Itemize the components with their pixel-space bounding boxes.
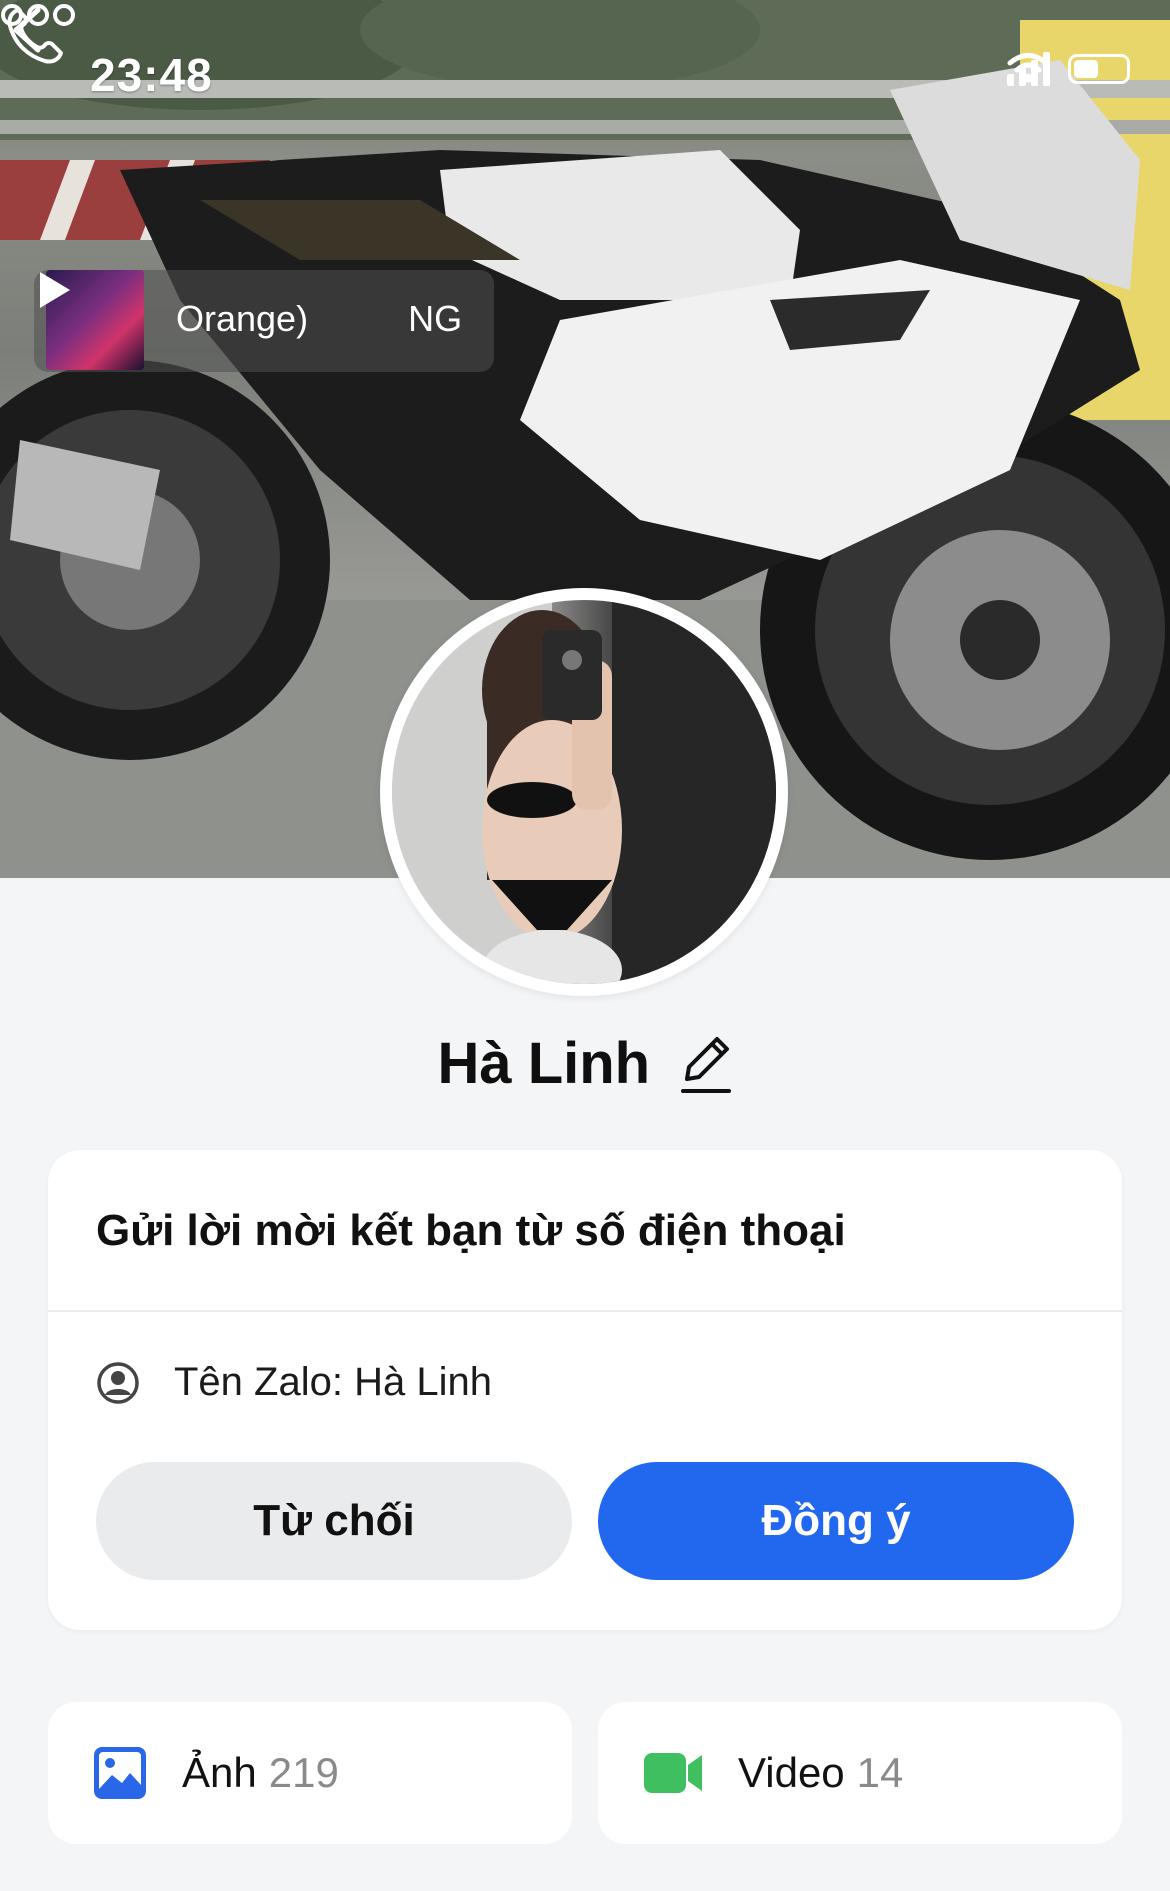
zalo-name-row: Tên Zalo: Hà Linh: [96, 1360, 492, 1405]
avatar-illustration: [392, 600, 776, 984]
music-title-part2: NG: [408, 298, 463, 339]
music-title: Orange) NG: [176, 298, 462, 340]
music-title-part1: Orange): [176, 298, 309, 339]
photos-count: 219: [268, 1749, 339, 1796]
profile-name-row: Hà Linh: [0, 1030, 1170, 1097]
videos-count: 14: [856, 1749, 904, 1796]
avatar[interactable]: [380, 588, 788, 996]
more-icon[interactable]: [0, 0, 76, 30]
accept-button[interactable]: Đồng ý: [598, 1462, 1074, 1580]
zalo-name-label: Tên Zalo: Hà Linh: [174, 1360, 492, 1404]
photos-tile[interactable]: Ảnh 219: [48, 1702, 572, 1844]
decline-button[interactable]: Từ chối: [96, 1462, 572, 1580]
friend-request-title: Gửi lời mời kết bạn từ số điện thoại: [96, 1206, 846, 1255]
card-divider: [48, 1310, 1122, 1312]
wifi-icon: [1007, 53, 1049, 83]
status-time: 23:48: [90, 49, 213, 101]
avatar-image: [392, 600, 776, 984]
user-circle-icon: [97, 1361, 139, 1404]
photos-label: Ảnh: [182, 1749, 257, 1796]
videos-tile[interactable]: Video 14: [598, 1702, 1122, 1844]
status-icons: [1007, 52, 1130, 86]
image-icon: [94, 1747, 146, 1799]
edit-icon[interactable]: [679, 1033, 733, 1095]
video-icon: [644, 1753, 702, 1793]
music-player[interactable]: Orange) NG: [34, 270, 494, 372]
videos-label: Video: [738, 1749, 845, 1796]
battery-icon: [1068, 54, 1130, 84]
profile-name: Hà Linh: [437, 1031, 651, 1096]
play-icon[interactable]: [34, 270, 74, 310]
friend-request-card: Gửi lời mời kết bạn từ số điện thoại Tên…: [48, 1150, 1122, 1630]
